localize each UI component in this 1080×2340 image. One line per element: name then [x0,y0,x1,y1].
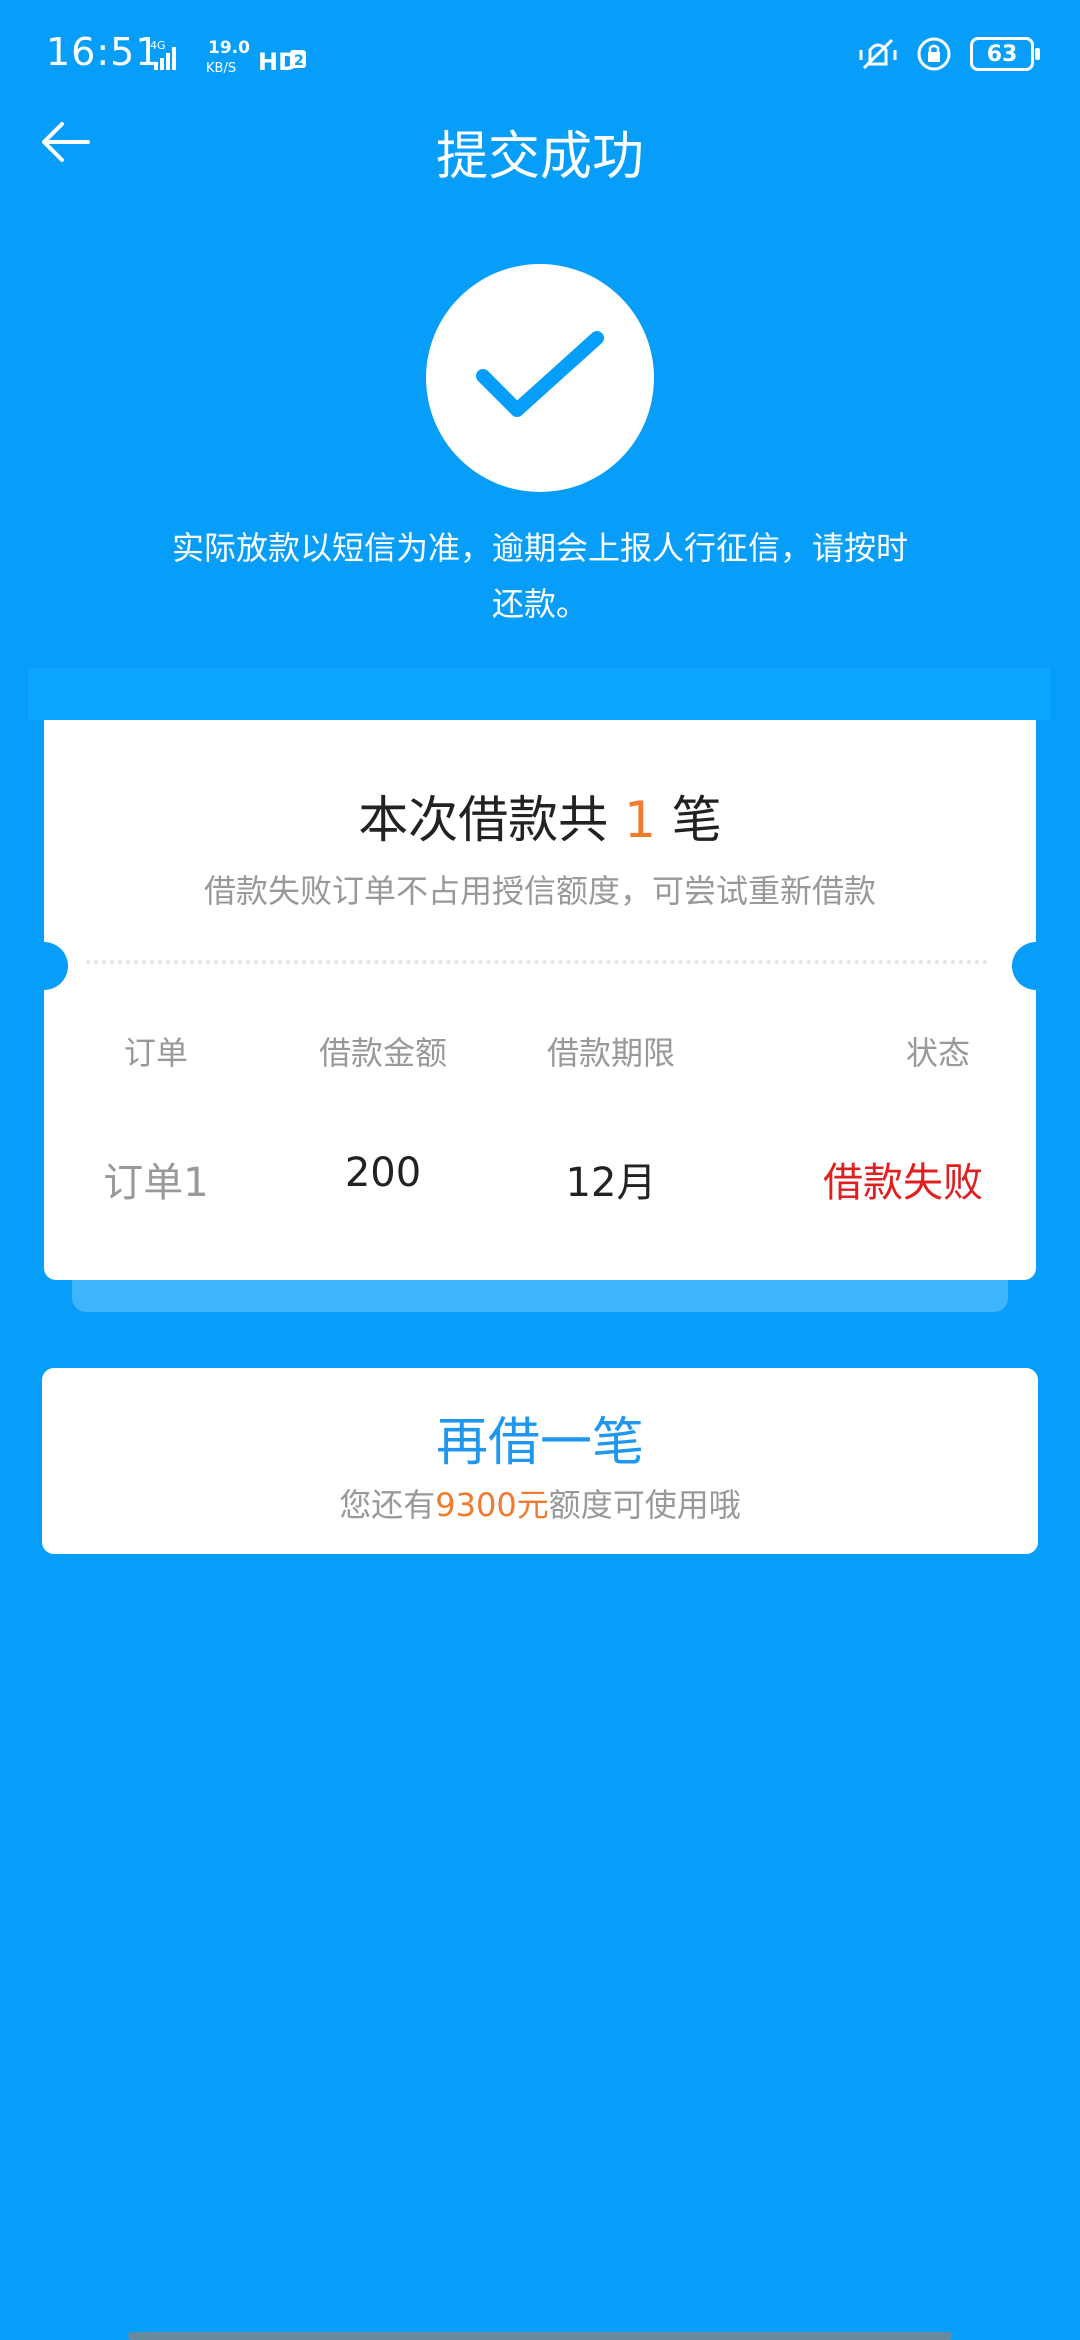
home-indicator[interactable] [128,2332,952,2340]
borrow-again-subtitle: 您还有9300元额度可使用哦 [42,1480,1038,1526]
remaining-suffix: 额度可使用哦 [548,1486,741,1524]
loan-count-title: 本次借款共 1 笔 [44,780,1036,852]
status-time: 16:51 [46,30,161,74]
network-type: 4G [150,39,166,52]
loan-count-prefix: 本次借款共 [358,791,625,849]
net-speed-value: 19.0 [208,38,250,58]
net-speed-unit: KB/S [206,61,236,76]
battery-level: 63 [986,41,1018,67]
loan-notice: 实际放款以短信为准，逾期会上报人行征信，请按时 还款。 [160,520,920,632]
hd-badge: 2 [294,53,304,69]
loan-count-suffix: 笔 [655,791,722,849]
loan-count: 1 [624,791,656,849]
loan-subtitle: 借款失败订单不占用授信额度，可尝试重新借款 [203,872,876,910]
page-title: 提交成功 [435,127,644,187]
checkmark-icon [476,331,604,417]
network-status: 4G 19.0 KB/S HD 2 [148,36,308,76]
notice-line-2: 还款。 [491,585,588,623]
success-badge [426,264,654,492]
row-order: 订单1 [103,1160,209,1206]
row-status: 借款失败 [823,1160,983,1206]
header-term: 借款期限 [546,1034,675,1072]
remaining-amount: 9300元 [435,1486,549,1524]
row-term: 12月 [565,1160,657,1206]
header-amount: 借款金额 [318,1034,447,1072]
remaining-prefix: 您还有 [339,1486,436,1524]
vibrate-mute-icon [859,38,897,70]
row-amount: 200 [344,1150,422,1196]
status-icons: 63 [858,34,1040,74]
rotation-lock-icon [917,37,951,71]
ticket-divider [86,960,988,964]
signal-icon: 4G 19.0 KB/S HD 2 [150,38,306,76]
notice-line-1: 实际放款以短信为准，逾期会上报人行征信，请按时 [171,529,908,567]
borrow-again-title: 再借一笔 [435,1413,644,1473]
ticket-notch-left [20,942,68,990]
header-status: 状态 [905,1034,970,1072]
header-order: 订单 [123,1034,188,1072]
battery-icon: 63 [970,37,1040,71]
ticket-notch-right [1012,942,1060,990]
ticket-slot [28,668,1050,720]
